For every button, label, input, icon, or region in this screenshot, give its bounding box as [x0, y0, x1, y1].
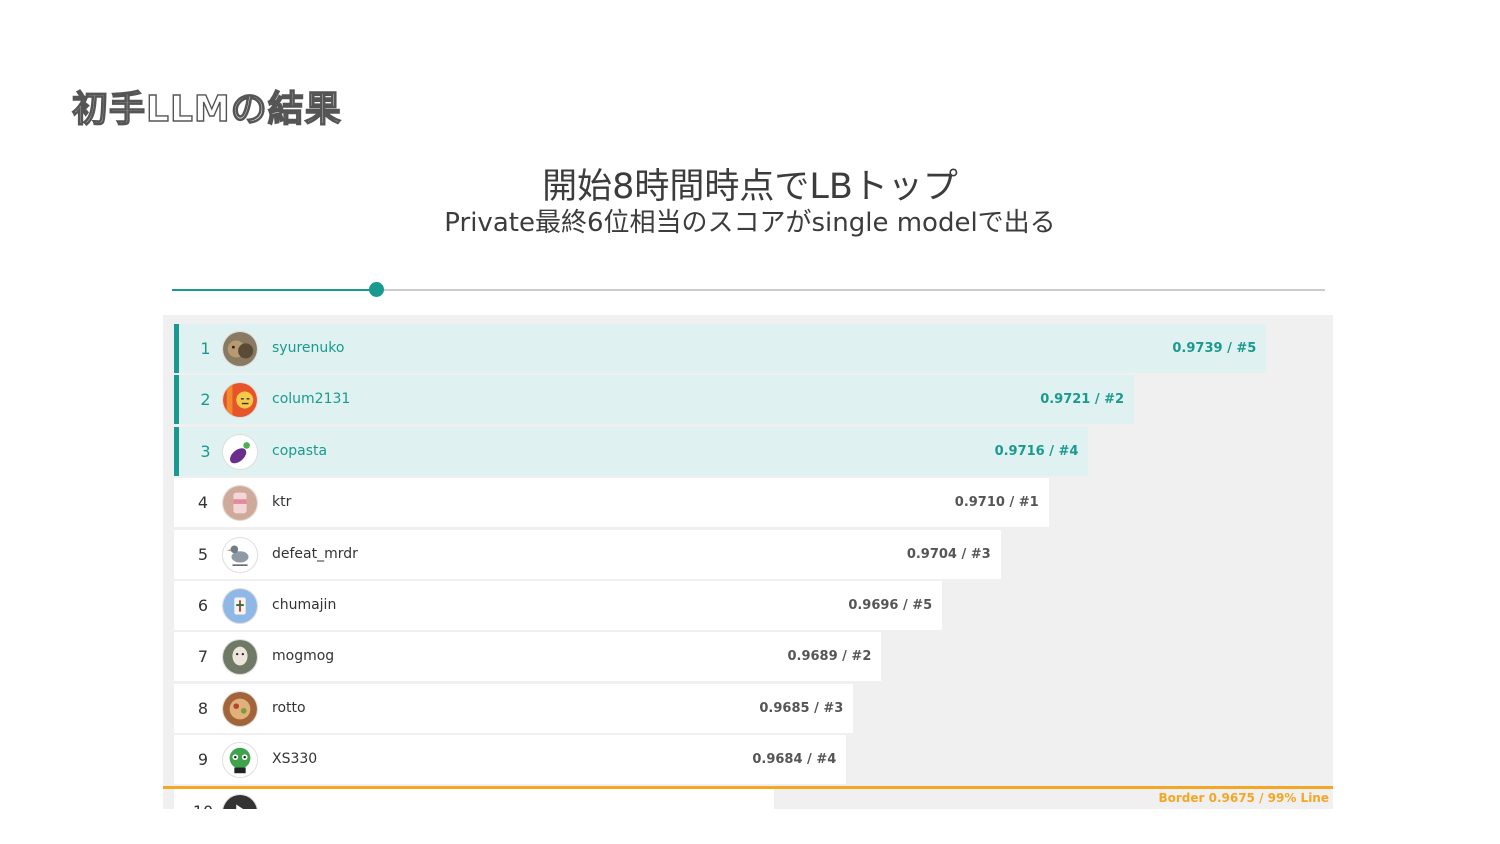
green-creature-icon[interactable]	[222, 742, 258, 779]
score: 0.9710 / #1	[954, 495, 1039, 511]
border-label: Border 0.9675 / 99% Line	[1158, 791, 1329, 805]
score: 0.9704 / #3	[906, 546, 991, 562]
leaderboard-row[interactable]: 4 ktr 0.9710 / #1	[174, 478, 1049, 528]
leaderboard-row[interactable]: 3 copasta 0.9716 / #4	[174, 426, 1089, 476]
alpaca-photo-icon[interactable]	[222, 639, 258, 676]
username[interactable]: copasta	[272, 427, 327, 476]
slider-thumb[interactable]	[369, 282, 385, 297]
food-photo-icon[interactable]	[222, 690, 258, 727]
username[interactable]: chumajin	[272, 581, 336, 630]
slide-title: 初手LLMの結果	[71, 88, 342, 130]
score: 0.9689 / #2	[787, 649, 872, 665]
leaderboard-row[interactable]: 1 syurenuko 0.9739 / #5	[174, 324, 1267, 373]
score: 0.9739 / #5	[1172, 341, 1257, 356]
pink-can-icon[interactable]	[222, 485, 258, 522]
score: 0.9696 / #5	[848, 598, 933, 613]
username[interactable]: colum2131	[272, 375, 350, 424]
leaderboard-row[interactable]: 6 chumajin 0.9696 / #5	[174, 581, 943, 630]
leaderboard-row[interactable]: 10	[174, 786, 774, 809]
emoji-face-icon[interactable]	[222, 382, 258, 419]
subhead: Private最終6位相当のスコアがsingle modelで出る	[444, 208, 1056, 238]
eggplant-icon[interactable]	[222, 433, 258, 470]
pigeon-icon[interactable]	[222, 536, 258, 573]
username[interactable]: mogmog	[272, 632, 334, 681]
username[interactable]: XS330	[272, 735, 317, 784]
leaderboard-row[interactable]: 7 mogmog 0.9689 / #2	[174, 632, 882, 682]
score: 0.9685 / #3	[759, 700, 844, 716]
leaderboard-row[interactable]: 8 rotto 0.9685 / #3	[174, 683, 854, 733]
username[interactable]: rotto	[272, 684, 306, 733]
score: 0.9716 / #4	[994, 443, 1079, 459]
leaderboard-row[interactable]: 9 XS330 0.9684 / #4	[174, 735, 847, 785]
leaderboard-row[interactable]: 2 colum2131 0.9721 / #2	[174, 375, 1135, 425]
slider-fill	[172, 289, 377, 291]
username[interactable]: defeat_mrdr	[272, 530, 358, 579]
score: 0.9684 / #4	[752, 752, 837, 768]
border-line	[163, 786, 1333, 789]
cat-photo-icon[interactable]	[222, 331, 258, 367]
score: 0.9721 / #2	[1040, 392, 1125, 408]
timeline-slider[interactable]	[172, 282, 1325, 297]
mahjong-tile-icon[interactable]	[222, 588, 258, 624]
username[interactable]: ktr	[272, 478, 291, 527]
leaderboard: 109XS3300.9684 / #48rotto0.9685 / #37mog…	[163, 315, 1333, 809]
username[interactable]: syurenuko	[272, 324, 344, 373]
leaderboard-row[interactable]: 5 defeat_mrdr 0.9704 / #3	[174, 529, 1001, 579]
